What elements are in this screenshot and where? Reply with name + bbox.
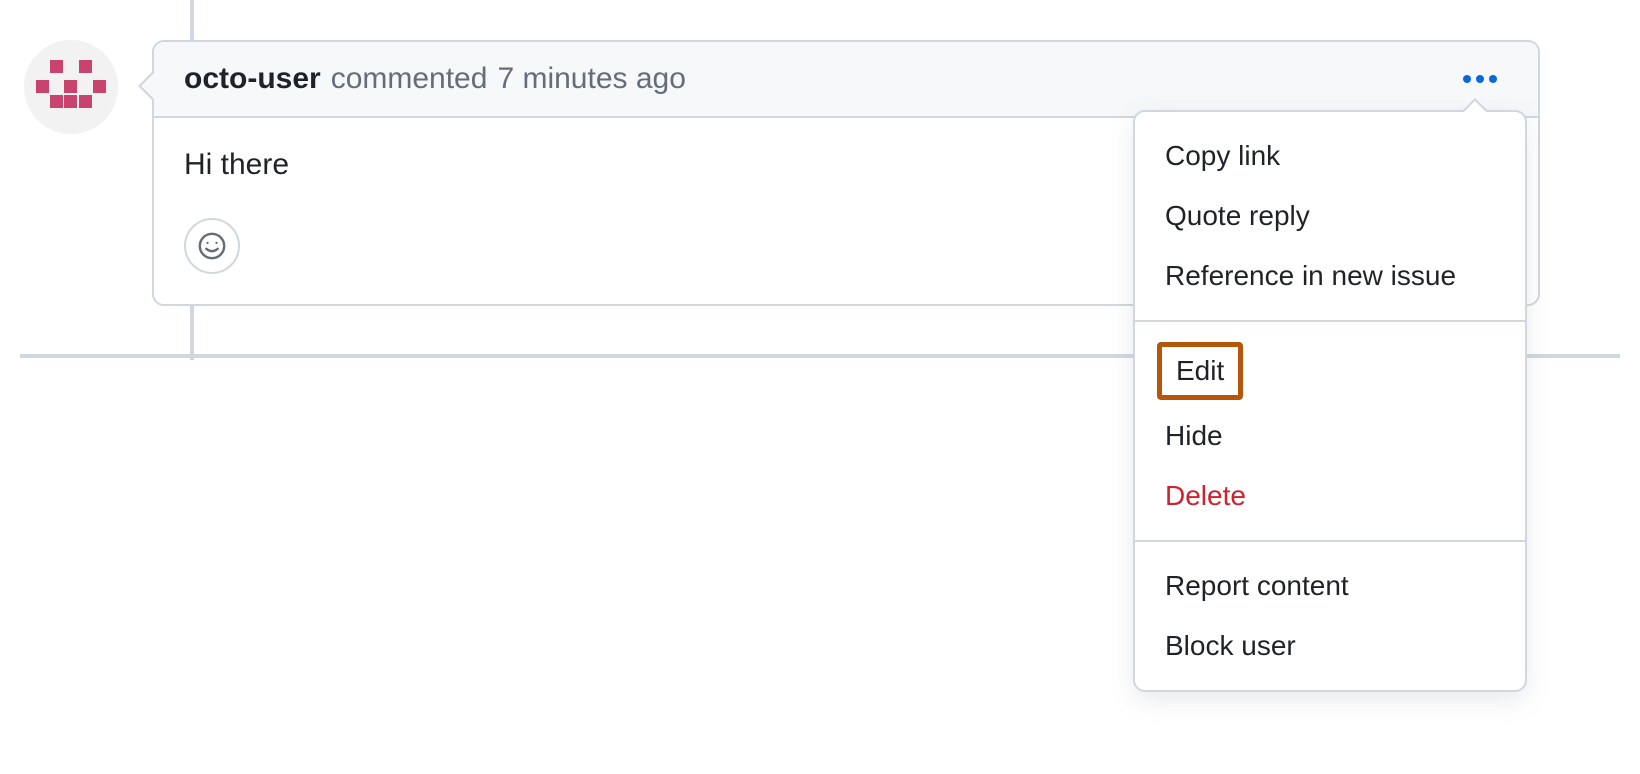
menu-copy-link[interactable]: Copy link [1135,126,1525,186]
smiley-icon [197,231,227,261]
menu-hide[interactable]: Hide [1135,406,1525,466]
comment-header: octo-user commented 7 minutes ago [154,42,1538,118]
avatar-identicon [24,40,118,134]
add-reaction-button[interactable] [184,218,240,274]
menu-report-content[interactable]: Report content [1135,556,1525,616]
menu-separator [1135,320,1525,322]
menu-quote-reply[interactable]: Quote reply [1135,186,1525,246]
comment-timestamp[interactable]: 7 minutes ago [497,62,685,96]
menu-edit[interactable]: Edit [1157,342,1243,400]
avatar[interactable] [24,40,118,134]
kebab-horizontal-icon [1462,74,1498,84]
kebab-menu-button[interactable] [1452,68,1508,90]
menu-separator [1135,540,1525,542]
menu-delete[interactable]: Delete [1135,466,1525,526]
menu-block-user[interactable]: Block user [1135,616,1525,676]
comment-author[interactable]: octo-user [184,62,321,96]
menu-reference-new-issue[interactable]: Reference in new issue [1135,246,1525,306]
comment-actions-menu: Copy link Quote reply Reference in new i… [1133,110,1527,692]
comment-action-text: commented [331,62,488,96]
